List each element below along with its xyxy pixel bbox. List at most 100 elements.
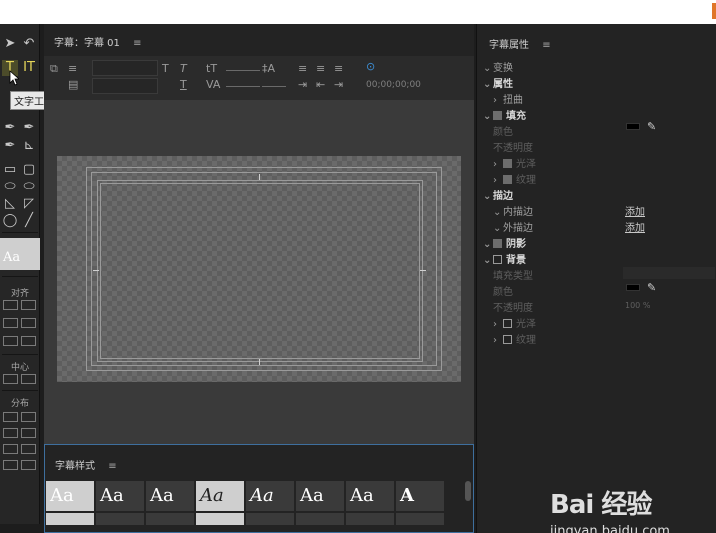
italic-icon[interactable]: T [180,62,187,75]
fill-type-select[interactable] [623,267,715,279]
fill-checkbox[interactable] [493,111,502,120]
transform-row[interactable]: ⌄ 变换 [483,59,513,74]
kerning-icon[interactable]: VA [206,78,220,91]
texture-checkbox[interactable] [503,175,512,184]
bg-sheen-checkbox[interactable] [503,319,512,328]
style-swatch[interactable] [146,513,194,525]
bg-sheen-row[interactable]: › 光泽 [493,315,536,330]
styles-scrollbar[interactable] [465,481,471,501]
outer-stroke-row[interactable]: ⌄ 外描边 [493,219,533,234]
kerning-value[interactable] [226,86,260,87]
show-background-video-icon[interactable]: ⊙ [366,60,375,73]
align-right-text-icon[interactable]: ≡ [334,62,343,75]
align-top-icon[interactable] [21,300,36,310]
tab-stop-right-icon[interactable]: ⇥ [334,78,343,91]
align-left-icon[interactable] [3,300,18,310]
font-size-icon[interactable]: tT [206,62,217,75]
new-title-icon[interactable]: ⧉ [50,62,58,76]
title-canvas[interactable] [57,156,461,382]
distort-row[interactable]: › 扭曲 [493,91,523,106]
fill-color-swatch[interactable] [626,123,640,130]
distribute-left-icon[interactable] [3,412,18,422]
bg-opacity-value[interactable]: 100 % [625,301,650,310]
style-swatch[interactable] [46,513,94,525]
distribute-top-icon[interactable] [21,412,36,422]
line-tool-icon[interactable]: ╱ [21,213,37,229]
add-inner-stroke-link[interactable]: 添加 [625,203,645,218]
font-family-select[interactable] [92,60,158,76]
texture-row[interactable]: › 纹理 [493,171,536,186]
rectangle-tool-icon[interactable]: ▭ [2,162,18,178]
style-swatch[interactable]: Aa [46,481,94,511]
style-swatch[interactable]: Aa [246,481,294,511]
stroke-row[interactable]: ⌄ 描边 [483,187,513,202]
background-checkbox[interactable] [493,255,502,264]
font-size-value[interactable] [226,70,260,71]
rounded-corner-tool-icon[interactable]: ⬭ [21,179,37,195]
vertical-type-tool-icon[interactable]: IT [21,60,37,76]
rounded-rect-tool-icon[interactable]: ▢ [21,162,37,178]
attributes-row[interactable]: ⌄ 属性 [483,75,513,90]
bg-color-swatch[interactable] [626,284,640,291]
distribute-bottom-icon[interactable] [21,444,36,454]
templates-icon[interactable]: ▤ [68,78,78,91]
center-horizontal-icon[interactable] [3,374,18,384]
style-swatch[interactable] [196,513,244,525]
background-row[interactable]: ⌄ 背景 [483,251,526,266]
inner-stroke-row[interactable]: ⌄ 内描边 [493,203,533,218]
shadow-row[interactable]: ⌄ 阴影 [483,235,526,250]
style-swatch[interactable]: Aa [346,481,394,511]
leading-value[interactable] [262,86,286,87]
styles-menu-icon[interactable]: ≡ [108,461,116,472]
add-outer-stroke-link[interactable]: 添加 [625,219,645,234]
align-left-text-icon[interactable]: ≡ [298,62,307,75]
ellipse-tool-icon[interactable]: ◯ [2,213,18,229]
editor-menu-icon[interactable]: ≡ [133,38,141,49]
align-center-v-icon[interactable] [21,318,36,328]
style-swatch[interactable]: A [396,481,444,511]
shadow-checkbox[interactable] [493,239,502,248]
align-center-text-icon[interactable]: ≡ [316,62,325,75]
arc-tool-icon[interactable]: ◸ [21,196,37,212]
underline-icon[interactable]: T [180,78,187,91]
add-anchor-tool-icon[interactable]: ✒ [21,120,37,136]
sheen-checkbox[interactable] [503,159,512,168]
style-swatch[interactable]: Aa [196,481,244,511]
selection-tool-icon[interactable]: ➤ [2,36,18,52]
roll-crawl-icon[interactable]: ≡ [68,62,77,75]
bg-texture-checkbox[interactable] [503,335,512,344]
tab-stops-icon[interactable]: ⇥ [298,78,307,91]
distribute-center-v-icon[interactable] [21,428,36,438]
font-style-select[interactable] [92,78,158,94]
style-swatch[interactable] [96,513,144,525]
style-swatch[interactable] [296,513,344,525]
leading-icon[interactable]: ‡A [262,62,275,75]
bold-icon[interactable]: T [162,62,169,75]
convert-anchor-tool-icon[interactable]: ⊾ [21,138,37,154]
props-menu-icon[interactable]: ≡ [542,40,550,51]
tab-stop-left-icon[interactable]: ⇤ [316,78,325,91]
eyedropper-icon[interactable]: ✎ [647,120,656,133]
center-vertical-icon[interactable] [21,374,36,384]
distribute-h-even-icon[interactable] [3,460,18,470]
delete-anchor-tool-icon[interactable]: ✒ [2,138,18,154]
align-right-icon[interactable] [3,336,18,346]
clipped-rect-tool-icon[interactable]: ⬭ [2,179,18,195]
eyedropper-icon[interactable]: ✎ [647,281,656,294]
distribute-right-icon[interactable] [3,444,18,454]
style-swatch[interactable]: Aa [146,481,194,511]
style-swatch[interactable]: Aa [96,481,144,511]
distribute-center-h-icon[interactable] [3,428,18,438]
sheen-row[interactable]: › 光泽 [493,155,536,170]
rotate-tool-icon[interactable]: ↶ [21,36,37,52]
fill-row[interactable]: ⌄ 填充 [483,107,526,122]
align-bottom-icon[interactable] [21,336,36,346]
distribute-v-even-icon[interactable] [21,460,36,470]
timecode[interactable]: 00;00;00;00 [366,80,421,90]
style-swatch[interactable] [396,513,444,525]
wedge-tool-icon[interactable]: ◺ [2,196,18,212]
style-swatch[interactable]: Aa [296,481,344,511]
style-swatch[interactable] [346,513,394,525]
style-swatch[interactable] [246,513,294,525]
align-center-h-icon[interactable] [3,318,18,328]
